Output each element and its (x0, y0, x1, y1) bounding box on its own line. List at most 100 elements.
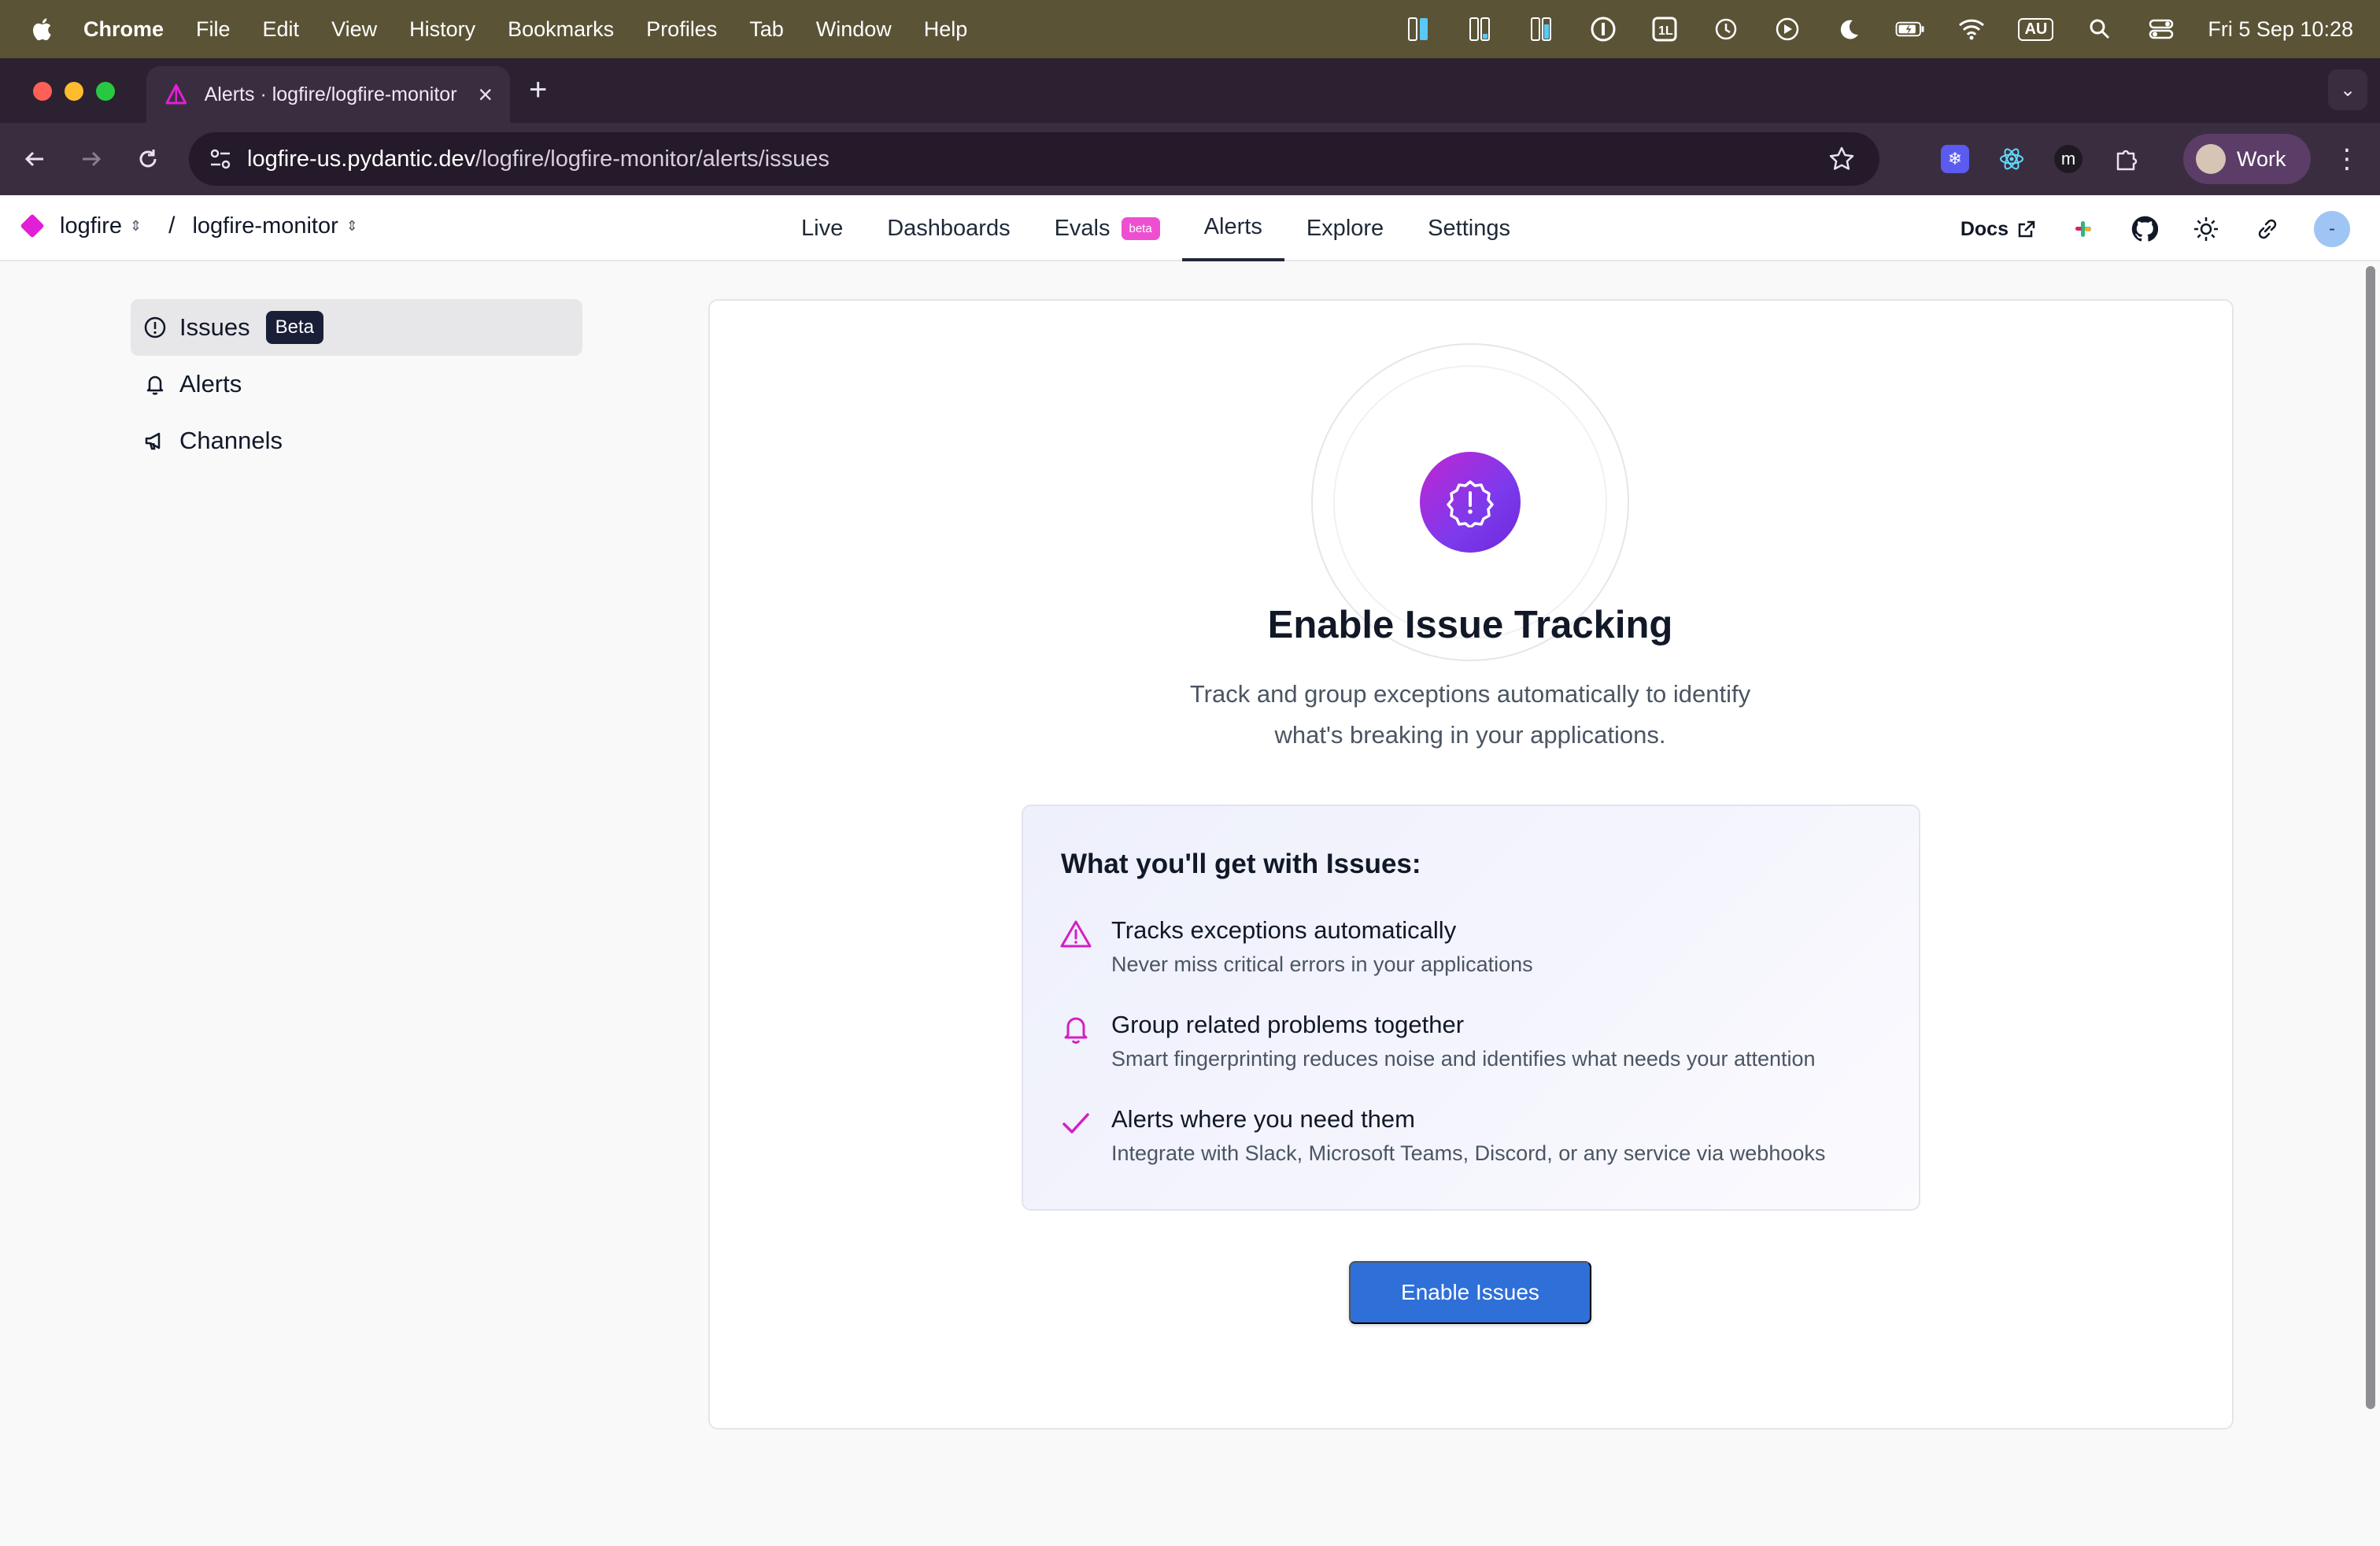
disk-monitor-icon[interactable] (1527, 14, 1557, 44)
sidebar-item-alerts-label: Alerts (179, 370, 242, 398)
docs-link[interactable]: Docs (1961, 218, 2037, 241)
svg-text:1L: 1L (1658, 24, 1673, 38)
menubar-clock[interactable]: Fri 5 Sep 10:28 (2208, 17, 2353, 42)
docs-link-label: Docs (1960, 217, 2009, 240)
nav-tab-explore[interactable]: Explore (1284, 195, 1406, 261)
url-host: logfire-us.pydantic.dev (247, 146, 476, 172)
sidebar-item-channels-label: Channels (179, 427, 283, 454)
logfire-logo-icon[interactable] (20, 213, 45, 239)
profile-name: Work (2237, 146, 2286, 171)
new-tab-button[interactable]: + (529, 74, 547, 105)
page-subtitle: Track and group exceptions automatically… (1133, 674, 1807, 756)
sidebar-item-alerts[interactable]: Alerts (131, 356, 582, 412)
megaphone-icon (145, 432, 161, 450)
project-switcher-chevron-icon[interactable]: ⇕ (346, 218, 358, 235)
chrome-profile-button[interactable]: Work (2183, 134, 2311, 184)
enable-issues-button[interactable]: Enable Issues (1349, 1261, 1591, 1324)
menu-app-name[interactable]: Chrome (83, 17, 164, 42)
page-title: Enable Issue Tracking (1267, 604, 1673, 646)
wifi-icon[interactable] (1957, 14, 1986, 44)
keyboard-layout-label: AU (2018, 17, 2054, 41)
menu-window[interactable]: Window (816, 17, 892, 42)
github-icon[interactable] (2130, 214, 2160, 244)
org-switcher-chevron-icon[interactable]: ⇕ (130, 218, 142, 235)
extension-snowflake-icon[interactable]: ❄ (1941, 145, 1969, 173)
onelogin-icon[interactable]: 1L (1650, 14, 1680, 44)
menu-file[interactable]: File (196, 17, 231, 42)
sidebar-item-channels[interactable]: Channels (131, 412, 582, 469)
nav-tab-settings-label: Settings (1428, 215, 1510, 241)
menu-view[interactable]: View (331, 17, 377, 42)
bookmark-star-icon[interactable] (1828, 145, 1856, 173)
menu-profiles[interactable]: Profiles (646, 17, 717, 42)
sidebar-item-issues[interactable]: Issues Beta (131, 299, 582, 356)
logfire-favicon-icon (165, 83, 187, 105)
memory-monitor-icon[interactable] (1404, 14, 1434, 44)
nav-tab-live-label: Live (801, 215, 844, 241)
back-arrow-icon[interactable] (17, 142, 52, 176)
nav-tab-evals-label: Evals (1054, 215, 1111, 241)
apple-logo-icon[interactable] (30, 16, 57, 43)
menu-tab[interactable]: Tab (749, 17, 784, 42)
sidebar-item-issues-label: Issues (179, 313, 250, 341)
profile-avatar (2196, 144, 2226, 174)
menu-history[interactable]: History (409, 17, 475, 42)
features-heading: What you'll get with Issues: (1061, 849, 1421, 879)
theme-sun-icon[interactable] (2191, 214, 2221, 244)
address-bar[interactable]: logfire-us.pydantic.dev/logfire/logfire-… (189, 132, 1879, 186)
window-close-button[interactable] (33, 82, 52, 101)
chrome-menu-icon[interactable]: ⋮ (2331, 142, 2363, 176)
focus-moon-icon[interactable] (1834, 14, 1864, 44)
tab-title: Alerts · logfire/logfire-monitor (204, 83, 457, 105)
play-icon[interactable] (1772, 14, 1802, 44)
keyboard-layout-indicator[interactable]: AU (2018, 14, 2054, 44)
slack-icon[interactable] (2068, 214, 2098, 244)
forward-arrow-icon[interactable] (74, 142, 109, 176)
window-zoom-button[interactable] (96, 82, 115, 101)
extension-m-label: m (2060, 149, 2076, 168)
org-switcher[interactable]: logfire (60, 213, 122, 239)
copy-link-icon[interactable] (2252, 214, 2282, 244)
battery-icon[interactable] (1895, 14, 1925, 44)
nav-tab-evals[interactable]: Evals beta (1033, 195, 1182, 261)
warning-triangle-icon (1060, 920, 1092, 948)
extension-react-devtools-icon[interactable] (1998, 145, 2026, 173)
evals-beta-badge: beta (1121, 216, 1160, 240)
feature-title: Tracks exceptions automatically (1111, 916, 1457, 944)
control-center-icon[interactable] (2146, 14, 2176, 44)
browser-tab-active[interactable]: Alerts · logfire/logfire-monitor × (146, 66, 510, 123)
alerts-sidebar: Issues Beta Alerts Channels (131, 299, 582, 469)
external-link-icon (2018, 220, 2035, 238)
nav-tab-dashboards[interactable]: Dashboards (865, 195, 1032, 261)
project-switcher[interactable]: logfire-monitor (192, 213, 338, 239)
nav-tab-settings[interactable]: Settings (1406, 195, 1532, 261)
cpu-monitor-icon[interactable] (1465, 14, 1495, 44)
user-avatar[interactable]: - (2314, 211, 2350, 247)
site-info-icon[interactable] (206, 145, 235, 173)
window-minimize-button[interactable] (65, 82, 83, 101)
menu-help[interactable]: Help (924, 17, 968, 42)
menubar-status-area: 1L AU Fri 5 Sep 10:28 (1404, 0, 2353, 58)
extensions-puzzle-icon[interactable] (2112, 145, 2141, 173)
extension-m-icon[interactable]: m (2054, 145, 2082, 173)
feature-description: Smart fingerprinting reduces noise and i… (1111, 1047, 1816, 1071)
nav-tab-explore-label: Explore (1306, 215, 1384, 241)
nav-tab-alerts-label: Alerts (1203, 213, 1262, 239)
tab-search-button[interactable]: ⌄ (2328, 69, 2367, 110)
menu-edit[interactable]: Edit (263, 17, 300, 42)
issues-beta-badge: Beta (265, 311, 323, 344)
page-subtitle-line-2: what's breaking in your applications. (1274, 721, 1666, 749)
reload-icon[interactable] (131, 142, 165, 176)
feature-description: Integrate with Slack, Microsoft Teams, D… (1111, 1141, 1826, 1165)
alert-circle-icon (144, 316, 166, 338)
page-scrollbar[interactable] (2366, 266, 2375, 1409)
menu-bookmarks[interactable]: Bookmarks (508, 17, 614, 42)
time-machine-icon[interactable] (1711, 14, 1741, 44)
nav-tab-live[interactable]: Live (779, 195, 865, 261)
macos-menu-bar: Chrome File Edit View History Bookmarks … (0, 0, 2380, 58)
nav-tab-alerts[interactable]: Alerts (1181, 195, 1284, 261)
hero-badge-alert-icon (1420, 452, 1521, 553)
tab-close-icon[interactable]: × (478, 80, 493, 109)
spotlight-search-icon[interactable] (2085, 14, 2115, 44)
password-manager-icon[interactable] (1588, 14, 1618, 44)
